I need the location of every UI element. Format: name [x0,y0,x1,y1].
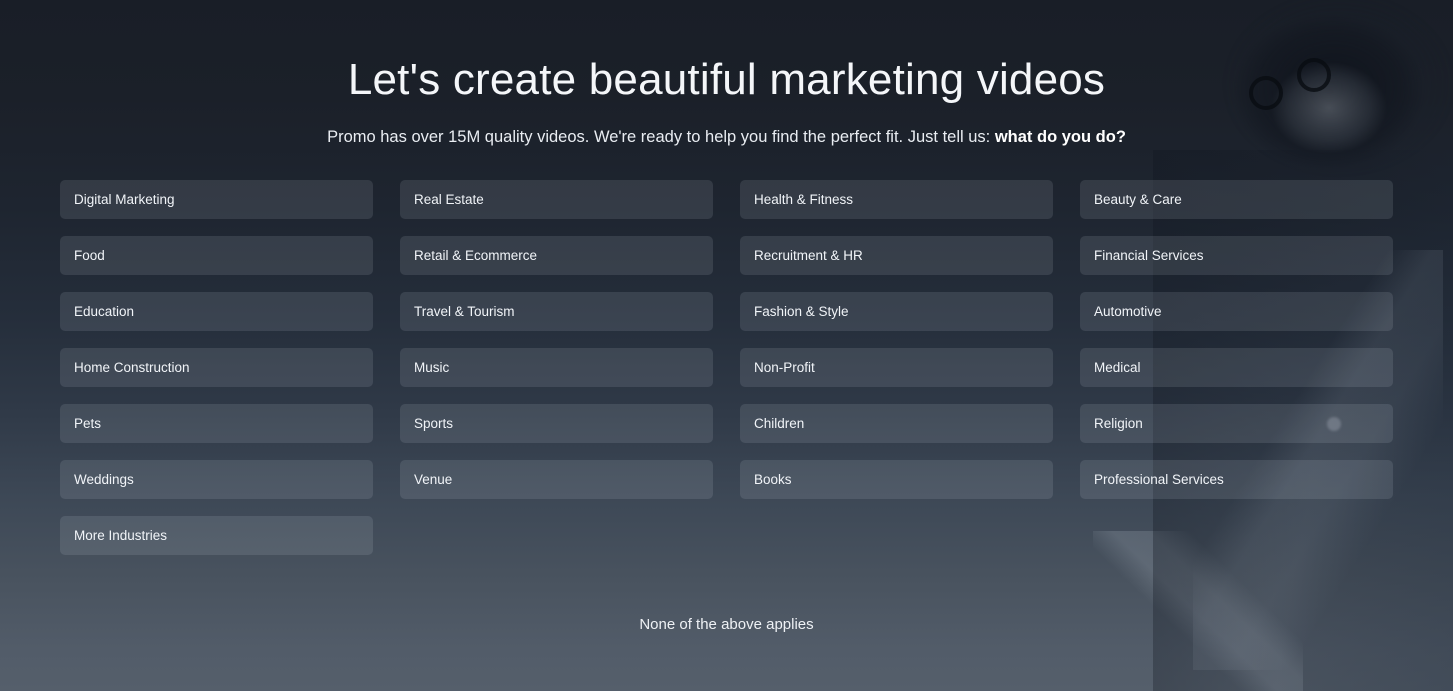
industry-button-travel-tourism[interactable]: Travel & Tourism [400,291,713,331]
industry-button-label: Medical [1094,359,1141,375]
page-subtitle: Promo has over 15M quality videos. We're… [0,128,1453,147]
industry-button-label: Health & Fitness [754,191,854,207]
industry-button-label: Travel & Tourism [414,303,515,319]
industry-button-weddings[interactable]: Weddings [60,459,373,499]
industry-button-label: Retail & Ecommerce [414,247,538,263]
industry-button-label: Financial Services [1094,247,1204,263]
industry-button-label: More Industries [74,527,168,543]
industry-button-home-construction[interactable]: Home Construction [60,347,373,387]
industry-button-real-estate[interactable]: Real Estate [400,179,713,219]
page-footer: None of the above applies [0,616,1453,634]
industry-button-label: Real Estate [414,191,484,207]
page-title: Let's create beautiful marketing videos [347,55,1106,104]
industry-button-label: Pets [74,415,102,431]
industry-button-non-profit[interactable]: Non-Profit [740,347,1053,387]
industry-button-financial-services[interactable]: Financial Services [1080,235,1393,275]
industry-button-digital-marketing[interactable]: Digital Marketing [60,179,373,219]
industry-button-education[interactable]: Education [60,291,373,331]
industry-button-label: Home Construction [74,359,190,375]
industry-button-label: Books [754,471,792,487]
industry-button-label: Religion [1094,415,1143,431]
industry-button-label: Weddings [74,471,134,487]
industry-button-label: Music [414,359,450,375]
page-header: Let's create beautiful marketing videos … [0,55,1453,147]
industry-column-4: Beauty & Care Financial Services Automot… [1080,179,1393,555]
industry-grid: Digital Marketing Food Education Home Co… [60,179,1393,555]
industry-button-medical[interactable]: Medical [1080,347,1393,387]
none-of-the-above-link[interactable]: None of the above applies [639,616,813,633]
industry-button-label: Recruitment & HR [754,247,863,263]
industry-column-1: Digital Marketing Food Education Home Co… [60,179,373,555]
industry-button-health-fitness[interactable]: Health & Fitness [740,179,1053,219]
industry-button-pets[interactable]: Pets [60,403,373,443]
industry-button-recruitment-hr[interactable]: Recruitment & HR [740,235,1053,275]
industry-button-more-industries[interactable]: More Industries [60,515,373,555]
industry-button-music[interactable]: Music [400,347,713,387]
industry-button-label: Automotive [1094,303,1162,319]
cursor-ripple-indicator [1327,416,1341,431]
industry-button-venue[interactable]: Venue [400,459,713,499]
page-root: Let's create beautiful marketing videos … [0,0,1453,691]
industry-button-food[interactable]: Food [60,235,373,275]
industry-column-2: Real Estate Retail & Ecommerce Travel & … [400,179,713,555]
industry-button-fashion-style[interactable]: Fashion & Style [740,291,1053,331]
industry-button-label: Professional Services [1094,471,1224,487]
background-wing-shape [1093,531,1303,691]
industry-button-label: Venue [414,471,453,487]
industry-button-label: Non-Profit [754,359,815,375]
industry-button-books[interactable]: Books [740,459,1053,499]
industry-button-label: Beauty & Care [1094,191,1182,207]
industry-button-sports[interactable]: Sports [400,403,713,443]
industry-button-label: Children [754,415,805,431]
industry-button-retail-ecommerce[interactable]: Retail & Ecommerce [400,235,713,275]
industry-button-professional-services[interactable]: Professional Services [1080,459,1393,499]
industry-button-label: Digital Marketing [74,191,175,207]
subtitle-emphasis: what do you do? [994,127,1126,146]
industry-button-beauty-care[interactable]: Beauty & Care [1080,179,1393,219]
industry-button-religion[interactable]: Religion [1080,403,1393,443]
industry-button-label: Fashion & Style [754,303,849,319]
industry-button-label: Education [74,303,135,319]
industry-button-children[interactable]: Children [740,403,1053,443]
subtitle-text: Promo has over 15M quality videos. We're… [327,127,995,146]
industry-button-automotive[interactable]: Automotive [1080,291,1393,331]
industry-button-label: Food [74,247,105,263]
industry-button-label: Sports [414,415,454,431]
industry-column-3: Health & Fitness Recruitment & HR Fashio… [740,179,1053,555]
